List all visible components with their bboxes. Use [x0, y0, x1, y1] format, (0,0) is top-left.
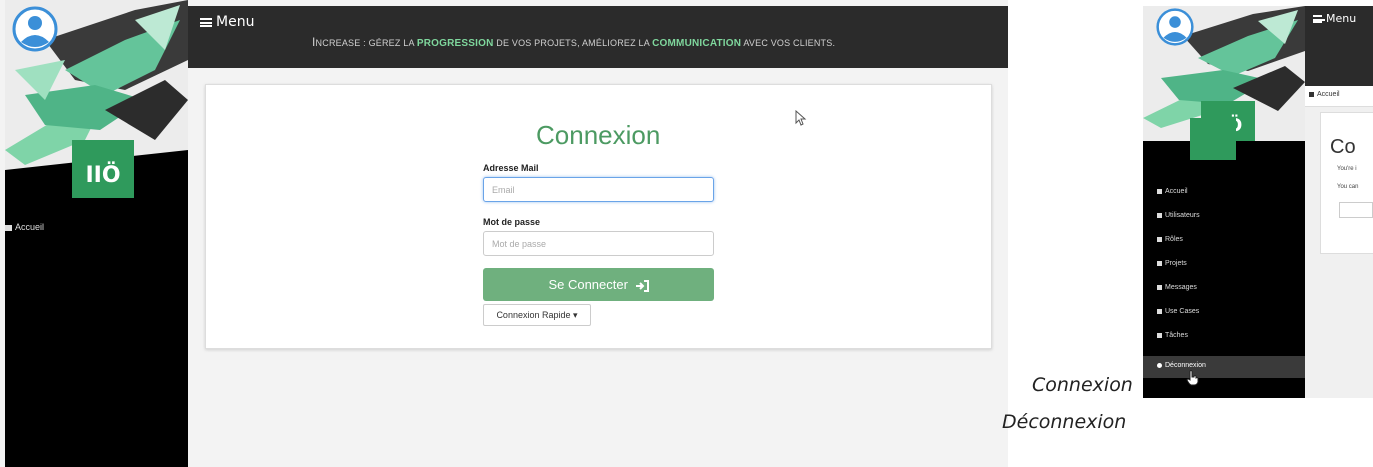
quick-login-dropdown[interactable]: Connexion Rapide ▾: [483, 304, 591, 326]
menu-toggle-2[interactable]: Menu: [1313, 12, 1356, 25]
sidebar-item-taches[interactable]: Tâches: [1157, 332, 1188, 339]
sidebar-item-utilisateurs[interactable]: Utilisateurs: [1157, 212, 1200, 219]
power-off-icon: [1157, 362, 1162, 368]
login-button[interactable]: Se Connecter: [483, 268, 714, 301]
sidebar-item-projets[interactable]: Projets: [1157, 260, 1187, 267]
card-title: Co: [1330, 136, 1356, 158]
breadcrumb-home[interactable]: Accueil: [1309, 91, 1340, 98]
login-title: Connexion: [536, 120, 661, 150]
sidebar-item-use-cases[interactable]: Use Cases: [1157, 308, 1199, 315]
comments-icon: [1157, 284, 1162, 290]
hamburger-icon: [1313, 15, 1325, 23]
password-label: Mot de passe: [483, 217, 541, 227]
avatar[interactable]: [12, 6, 58, 56]
sign-in-icon: [635, 279, 649, 292]
user-avatar-icon: [1156, 8, 1194, 46]
mouse-pointer-icon: [795, 110, 807, 126]
home-icon: [1309, 91, 1314, 97]
caret-down-icon: ▾: [573, 310, 578, 320]
home-icon: [5, 224, 12, 231]
sidebar-item-accueil[interactable]: Accueil: [1157, 188, 1188, 195]
sidebar-item-messages[interactable]: Messages: [1157, 284, 1197, 291]
breadcrumb: Accueil: [1305, 86, 1373, 107]
user-avatar-icon: [12, 6, 58, 52]
card-line-2: You can: [1337, 184, 1359, 190]
menu-toggle[interactable]: Menu: [200, 14, 254, 30]
sidebar-item-accueil[interactable]: Accueil: [5, 222, 44, 232]
app-logo: [1190, 118, 1236, 160]
briefcase-icon: [1157, 308, 1162, 314]
card-line-1: You're i: [1337, 166, 1357, 172]
caption-connexion: Connexion: [1032, 374, 1133, 396]
book-icon: [1157, 260, 1162, 266]
sidebar-item-roles[interactable]: Rôles: [1157, 236, 1183, 243]
sidebar-item-deconnexion[interactable]: Déconnexion: [1157, 362, 1206, 369]
avatar-2[interactable]: [1156, 8, 1194, 50]
content-card: [1320, 112, 1373, 254]
caption-deconnexion: Déconnexion: [1002, 411, 1127, 433]
list-icon: [1157, 332, 1162, 338]
tag-icon: [1157, 236, 1162, 242]
email-label: Adresse Mail: [483, 163, 539, 173]
user-icon: [1157, 212, 1162, 218]
card-input[interactable]: [1339, 202, 1373, 218]
app-tagline: INCREASE : GÉREZ LA PROGRESSION DE VOS P…: [312, 35, 836, 49]
hand-pointer-icon: [1186, 370, 1199, 386]
svg-text:IIÖ: IIÖ: [85, 162, 120, 188]
email-input[interactable]: Email: [483, 177, 714, 202]
home-icon: [1157, 188, 1162, 194]
hamburger-icon: [200, 17, 212, 27]
password-input[interactable]: Mot de passe: [483, 231, 714, 256]
